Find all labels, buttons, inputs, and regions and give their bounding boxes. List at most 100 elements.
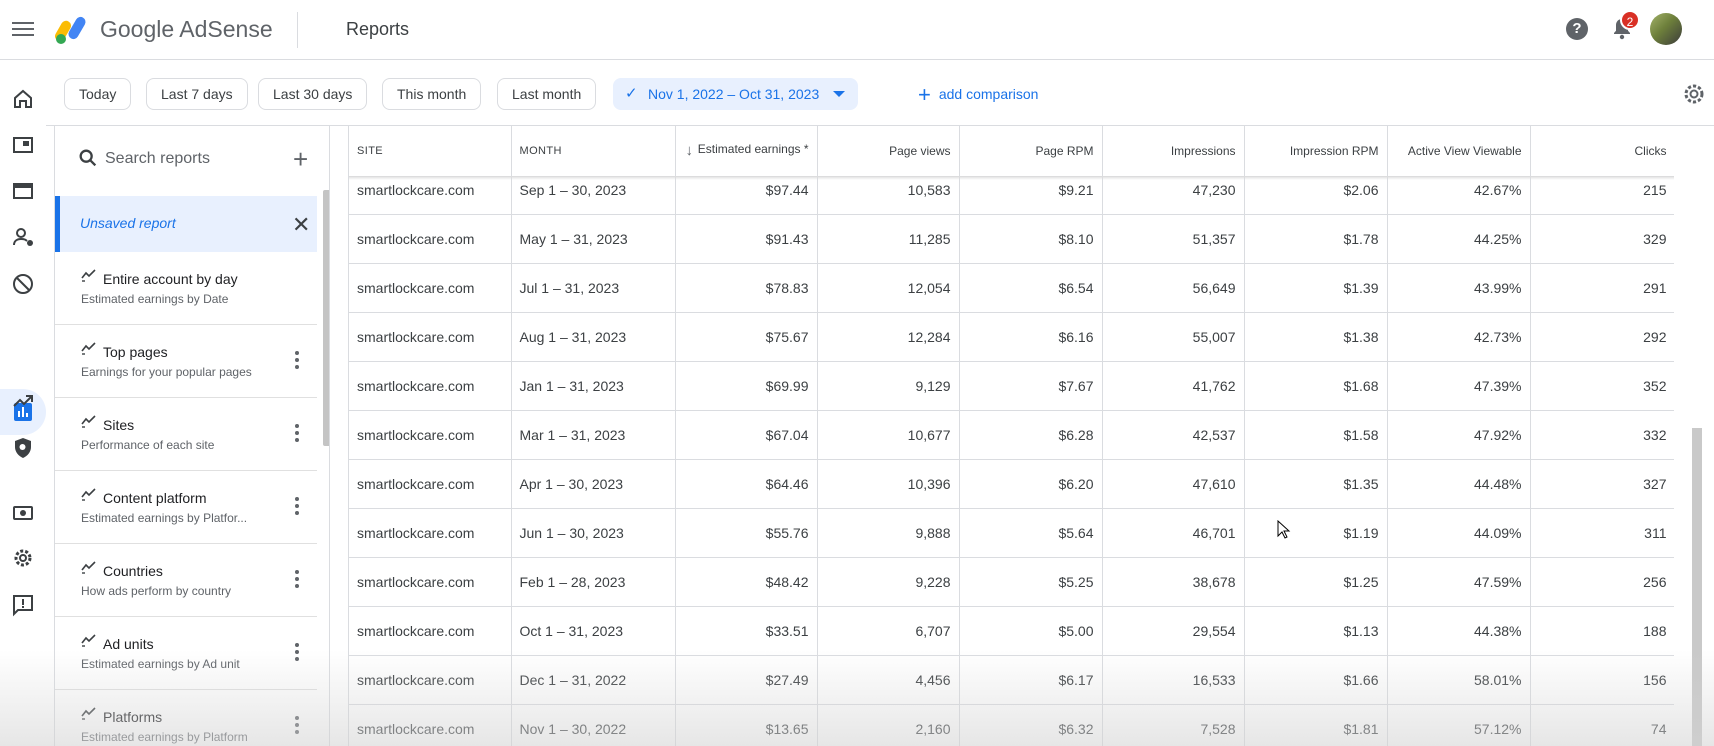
cell-page-views: 10,396	[817, 459, 960, 509]
sites-icon[interactable]	[11, 179, 35, 203]
cell-impressions: 47,610	[1102, 459, 1245, 509]
column-header-clicks[interactable]: Clicks	[1530, 126, 1674, 177]
cell-impressions: 38,678	[1102, 557, 1245, 607]
cell-impression-rpm: $1.19	[1244, 508, 1388, 558]
cell-page-views: 12,054	[817, 263, 960, 313]
more-vert-icon[interactable]	[295, 716, 299, 737]
cell-site: smartlockcare.com	[349, 704, 512, 746]
saved-reports-list: Entire account by day Estimated earnings …	[55, 252, 317, 746]
chip-last-7-days[interactable]: Last 7 days	[146, 78, 248, 110]
table-header-row: Site Month ↓ Estimated earnings * Page vi…	[349, 126, 1674, 177]
sparkline-icon	[81, 415, 96, 428]
cell-site: smartlockcare.com	[349, 361, 512, 411]
cell-page-rpm: $5.25	[959, 557, 1103, 607]
privacy-icon[interactable]	[11, 436, 35, 460]
plus-icon: +	[918, 82, 931, 107]
optimization-icon[interactable]	[11, 389, 35, 413]
cell-impression-rpm: $1.78	[1244, 214, 1388, 264]
mouse-cursor-icon	[1277, 520, 1291, 539]
report-item[interactable]: Entire account by day Estimated earnings …	[55, 252, 317, 325]
cell-estimated-earnings: $64.46	[675, 459, 818, 509]
blocking-icon[interactable]	[11, 272, 35, 296]
more-vert-icon[interactable]	[295, 570, 299, 591]
sparkline-icon	[81, 707, 96, 720]
cell-impression-rpm: $1.39	[1244, 263, 1388, 313]
cell-month: Apr 1 – 30, 2023	[511, 459, 676, 509]
report-item[interactable]: Ad units Estimated earnings by Ad unit	[55, 617, 317, 690]
settings-icon[interactable]	[11, 546, 35, 570]
cell-active-view-viewable: 47.39%	[1387, 361, 1531, 411]
add-report-icon[interactable]: +	[293, 144, 308, 175]
page-scrollbar[interactable]	[1692, 428, 1702, 746]
more-vert-icon[interactable]	[295, 643, 299, 664]
report-item[interactable]: Platforms Estimated earnings by Platform	[55, 690, 317, 746]
cell-active-view-viewable: 44.38%	[1387, 606, 1531, 656]
cell-page-rpm: $8.10	[959, 214, 1103, 264]
chip-last-month[interactable]: Last month	[497, 78, 597, 110]
cell-site: smartlockcare.com	[349, 176, 512, 215]
chip-last-30-days[interactable]: Last 30 days	[258, 78, 368, 110]
date-range-picker[interactable]: ✓ Nov 1, 2022 – Oct 31, 2023	[613, 78, 859, 110]
table-row: smartlockcare.com May 1 – 31, 2023 $91.43 1…	[349, 214, 1674, 264]
column-header-estimated-earnings[interactable]: ↓ Estimated earnings *	[675, 126, 818, 177]
cell-estimated-earnings: $13.65	[675, 704, 818, 746]
cell-estimated-earnings: $69.99	[675, 361, 818, 411]
cell-clicks: 291	[1530, 263, 1674, 313]
column-header-page-rpm[interactable]: Page RPM	[959, 126, 1103, 177]
column-header-impressions[interactable]: Impressions	[1102, 126, 1245, 177]
cell-page-views: 9,228	[817, 557, 960, 607]
more-vert-icon[interactable]	[295, 497, 299, 518]
report-item[interactable]: Sites Performance of each site	[55, 398, 317, 471]
report-title: Platforms	[103, 709, 163, 725]
table-row: smartlockcare.com Jan 1 – 31, 2023 $69.99 9…	[349, 361, 1674, 411]
add-comparison-button[interactable]: + add comparison	[918, 78, 1038, 110]
cell-month: Sep 1 – 30, 2023	[511, 176, 676, 215]
avatar[interactable]	[1650, 13, 1682, 45]
cell-impressions: 55,007	[1102, 312, 1245, 362]
cell-active-view-viewable: 42.73%	[1387, 312, 1531, 362]
cell-estimated-earnings: $27.49	[675, 655, 818, 705]
close-icon[interactable]: ✕	[292, 212, 310, 238]
cell-active-view-viewable: 58.01%	[1387, 655, 1531, 705]
payments-icon[interactable]	[11, 501, 35, 525]
column-header-impression-rpm[interactable]: Impression RPM	[1244, 126, 1388, 177]
cell-month: Nov 1 – 30, 2022	[511, 704, 676, 746]
cell-page-rpm: $6.54	[959, 263, 1103, 313]
table-row: smartlockcare.com Aug 1 – 31, 2023 $75.67 1…	[349, 312, 1674, 362]
cell-impression-rpm: $2.06	[1244, 176, 1388, 215]
account-people-icon[interactable]	[11, 225, 35, 249]
report-item[interactable]: Top pages Earnings for your popular pages	[55, 325, 317, 398]
help-icon[interactable]: ?	[1566, 18, 1588, 40]
cell-estimated-earnings: $78.83	[675, 263, 818, 313]
cell-impression-rpm: $1.81	[1244, 704, 1388, 746]
search-reports-input[interactable]	[105, 146, 275, 172]
cell-active-view-viewable: 44.09%	[1387, 508, 1531, 558]
cell-clicks: 332	[1530, 410, 1674, 460]
home-icon[interactable]	[11, 87, 35, 111]
report-item[interactable]: Countries How ads perform by country	[55, 544, 317, 617]
notification-badge: 2	[1620, 10, 1640, 30]
menu-icon[interactable]	[12, 18, 34, 40]
report-title: Sites	[103, 417, 135, 433]
column-header-page-views[interactable]: Page views	[817, 126, 960, 177]
cell-active-view-viewable: 47.59%	[1387, 557, 1531, 607]
column-header-active-view-viewable[interactable]: Active View Viewable	[1387, 126, 1531, 177]
chip-today[interactable]: Today	[64, 78, 132, 110]
more-vert-icon[interactable]	[295, 424, 299, 445]
panel-scrollbar[interactable]	[323, 190, 329, 446]
chip-this-month[interactable]: This month	[382, 78, 482, 110]
sparkline-icon	[81, 488, 96, 501]
cell-impressions: 47,230	[1102, 176, 1245, 215]
column-header-site[interactable]: Site	[349, 126, 512, 177]
table-settings-icon[interactable]	[1682, 82, 1706, 106]
feedback-icon[interactable]	[11, 593, 35, 617]
column-header-month[interactable]: Month	[511, 126, 676, 177]
more-vert-icon[interactable]	[295, 351, 299, 372]
unsaved-report-item[interactable]: Unsaved report ✕	[55, 196, 317, 252]
ads-icon[interactable]	[11, 133, 35, 157]
cell-site: smartlockcare.com	[349, 312, 512, 362]
report-item[interactable]: Content platform Estimated earnings by Pl…	[55, 471, 317, 544]
cell-clicks: 327	[1530, 459, 1674, 509]
report-title: Top pages	[103, 344, 168, 360]
cell-month: Dec 1 – 31, 2022	[511, 655, 676, 705]
